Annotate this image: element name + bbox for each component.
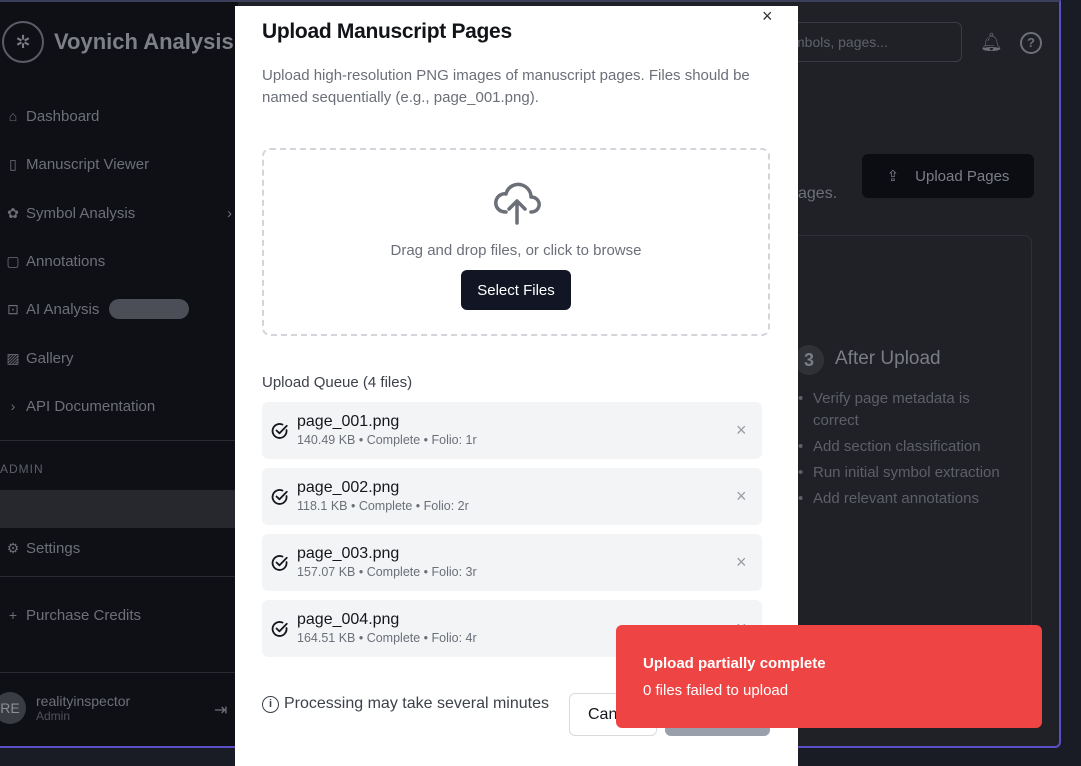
image-icon: ▨: [6, 349, 20, 366]
brand[interactable]: ✲ Voynich Analysis: [0, 20, 234, 64]
sidebar-item-label: Manuscript Viewer: [26, 155, 150, 173]
remove-file-button[interactable]: ×: [736, 552, 747, 573]
file-meta: 164.51 KB • Complete • Folio: 4r: [297, 631, 477, 645]
sidebar-item-label: Gallery: [26, 349, 74, 367]
sidebar-item-api-documentation[interactable]: › API Documentation: [0, 388, 238, 424]
modal-title: Upload Manuscript Pages: [262, 20, 512, 43]
sidebar-item-label: API Documentation: [26, 397, 156, 415]
dropzone-text: Drag and drop files, or click to browse: [390, 242, 642, 259]
list-item: Run initial symbol extraction: [798, 462, 1008, 484]
upload-pages-label: Upload Pages: [915, 167, 1010, 185]
upload-queue-label: Upload Queue (4 files): [262, 374, 413, 391]
home-icon: ⌂: [8, 108, 18, 124]
error-toast[interactable]: Upload partially complete 0 files failed…: [616, 625, 1042, 728]
check-circle-icon: [271, 489, 288, 505]
after-upload-list: Verify page metadata is correct Add sect…: [798, 388, 1008, 514]
select-files-button[interactable]: Select Files: [461, 270, 571, 310]
toast-title: Upload partially complete: [643, 655, 826, 672]
sidebar-item-label: Symbol Analysis: [26, 204, 136, 222]
sidebar-item-label: Dashboard: [26, 107, 100, 125]
check-circle-icon: [271, 621, 288, 637]
step-title: After Upload: [835, 348, 941, 369]
upload-pages-button[interactable]: ⇪ Upload Pages: [862, 154, 1034, 198]
info-icon: i: [262, 695, 279, 713]
admin-section-label: ADMIN: [0, 462, 44, 476]
sidebar-item-gallery[interactable]: ▨ Gallery: [0, 340, 238, 376]
sidebar-item-symbol-analysis[interactable]: ✿ Symbol Analysis ›: [0, 195, 238, 231]
user-role: Admin: [36, 709, 71, 723]
check-circle-icon: [271, 423, 288, 439]
list-item: page_001.png 140.49 KB • Complete • Foli…: [262, 402, 762, 459]
sidebar-item-ai-analysis[interactable]: ⊡ AI Analysis: [0, 291, 238, 327]
bot-icon: ⊡: [7, 300, 19, 317]
brand-logo-icon: ✲: [2, 21, 44, 63]
book-icon: ▯: [9, 155, 17, 172]
avatar: RE: [0, 692, 26, 724]
sidebar-item-label: Annotations: [26, 252, 106, 270]
gear-icon: ⚙: [6, 539, 20, 556]
remove-file-button[interactable]: ×: [736, 486, 747, 507]
page-subtitle: ages.: [798, 185, 838, 202]
user-profile[interactable]: RE realityinspector Admin: [0, 692, 130, 724]
divider: [0, 576, 238, 577]
file-name: page_004.png: [297, 611, 400, 628]
sidebar-item-manuscript-viewer[interactable]: ▯ Manuscript Viewer: [0, 146, 238, 182]
file-meta: 140.49 KB • Complete • Folio: 1r: [297, 433, 477, 447]
file-name: page_002.png: [297, 479, 400, 496]
processing-note-text: Processing may take several minutes: [284, 695, 549, 712]
check-circle-icon: [271, 555, 288, 571]
sidebar-item-label: Purchase Credits: [26, 606, 142, 624]
sidebar-item-label: Settings: [26, 539, 81, 557]
processing-note: i Processing may take several minutes: [262, 695, 549, 713]
note-icon: ▢: [6, 252, 20, 269]
file-name: page_001.png: [297, 413, 400, 430]
modal-description: Upload high-resolution PNG images of man…: [262, 67, 750, 106]
sidebar-item-settings[interactable]: ⚙ Settings: [0, 530, 238, 566]
file-dropzone[interactable]: Drag and drop files, or click to browse …: [262, 148, 770, 336]
help-icon[interactable]: ?: [1020, 32, 1042, 54]
bell-icon[interactable]: 🔔︎: [980, 32, 1003, 53]
list-item: Add relevant annotations: [798, 488, 1008, 510]
file-meta: 157.07 KB • Complete • Folio: 3r: [297, 565, 477, 579]
status-badge: [109, 299, 190, 319]
file-meta: 118.1 KB • Complete • Folio: 2r: [297, 499, 469, 513]
user-name: realityinspector: [36, 693, 131, 709]
search-input[interactable]: mbols, pages...: [782, 22, 962, 62]
file-name: page_003.png: [297, 545, 400, 562]
sidebar: ✲ Voynich Analysis ⌂ Dashboard ▯ Manuscr…: [0, 2, 238, 746]
divider: [0, 440, 238, 441]
sidebar-item-dashboard[interactable]: ⌂ Dashboard: [0, 98, 238, 134]
sidebar-item-purchase-credits[interactable]: + Purchase Credits: [0, 597, 238, 633]
plus-icon: +: [8, 607, 18, 623]
list-item: Add section classification: [798, 436, 1008, 458]
sidebar-item-annotations[interactable]: ▢ Annotations: [0, 243, 238, 279]
chevron-right-icon: ›: [227, 204, 232, 222]
close-icon[interactable]: ×: [762, 6, 773, 27]
logout-icon[interactable]: ⇥: [214, 700, 227, 720]
upload-icon: ⇪: [886, 168, 900, 185]
step-number: 3: [794, 345, 824, 375]
chevron-right-icon: ›: [10, 398, 16, 414]
cloud-upload-icon: [494, 182, 541, 225]
toast-message: 0 files failed to upload: [643, 682, 789, 699]
puzzle-icon: ✿: [7, 204, 19, 221]
list-item: page_002.png 118.1 KB • Complete • Folio…: [262, 468, 762, 525]
brand-name: Voynich Analysis: [54, 29, 234, 54]
list-item: Verify page metadata is correct: [798, 388, 1008, 432]
sidebar-item-label: AI Analysis: [26, 300, 100, 318]
list-item: page_003.png 157.07 KB • Complete • Foli…: [262, 534, 762, 591]
divider: [0, 672, 238, 673]
sidebar-item-active[interactable]: [0, 490, 238, 528]
remove-file-button[interactable]: ×: [736, 420, 747, 441]
